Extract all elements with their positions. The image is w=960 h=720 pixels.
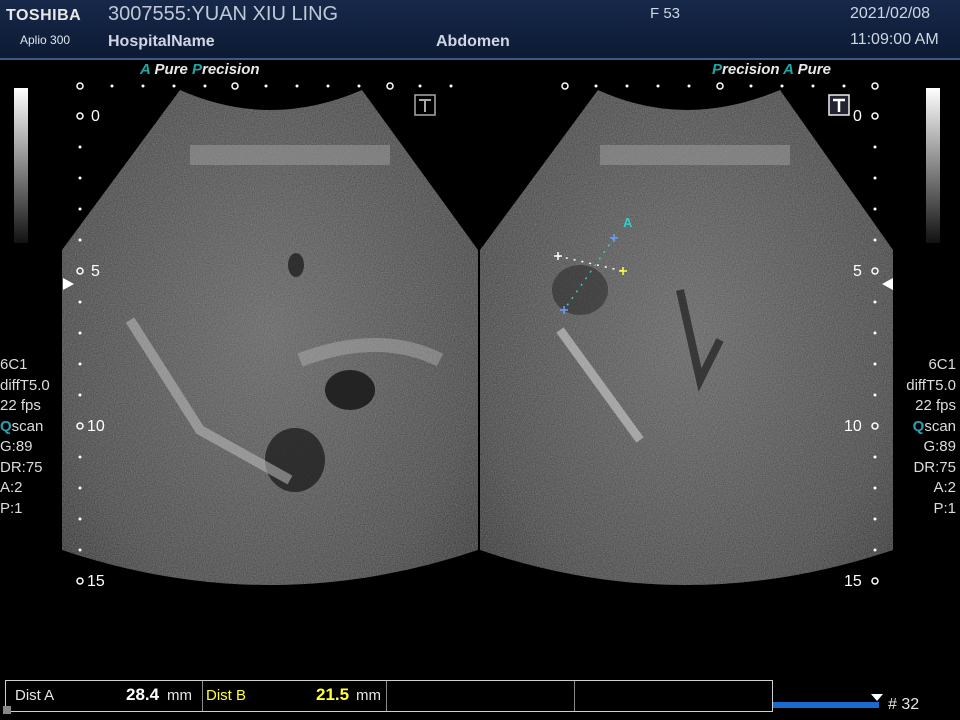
grayscale-bar-right: [926, 88, 940, 243]
dist-a-unit: mm: [167, 687, 192, 704]
patient-sex-age: F 53: [650, 5, 681, 22]
measurement-results-bar: Dist A 28.4 mm Dist B 21.5 mm: [5, 680, 773, 712]
depth-label-5-left: 5: [91, 263, 100, 280]
left-image-tag: A Pure Precision: [140, 61, 260, 78]
cine-marker-icon[interactable]: [870, 693, 884, 703]
acoustic-label: A:2: [933, 479, 956, 496]
gain-label: G:89: [923, 438, 956, 455]
depth-label-10-left: 10: [87, 418, 105, 435]
depth-label-0-right: 0: [853, 108, 862, 125]
empty-cell: [387, 681, 575, 711]
acoustic-label: A:2: [0, 479, 23, 496]
dist-b-value: 21.5: [316, 685, 350, 704]
caliper-a-label: A: [623, 215, 633, 230]
power-label: P:1: [0, 499, 23, 517]
exam-time: 11:09:00 AM: [850, 31, 939, 48]
t-icon-left[interactable]: [414, 94, 436, 116]
depth-label-10-right: 10: [844, 418, 862, 435]
left-settings-panel: 6C1 diffT5.0 22 fps Qscan G:89 DR:75 A:2…: [0, 355, 50, 519]
exam-type: Abdomen: [436, 33, 510, 50]
t-icon-right[interactable]: [828, 94, 850, 116]
dist-b-cell: Dist B 21.5 mm: [203, 681, 387, 711]
harmonic-label: diffT5.0: [906, 376, 956, 394]
frame-counter: # 32: [888, 696, 920, 713]
right-ultrasound-image: [480, 90, 893, 585]
probe-label: 6C1: [0, 356, 28, 373]
qscan-label: Qscan: [912, 417, 956, 435]
right-settings-panel: 6C1 diffT5.0 22 fps Qscan G:89 DR:75 A:2…: [906, 355, 956, 519]
device-model: Aplio 300: [20, 33, 71, 47]
dist-b-unit: mm: [356, 687, 381, 704]
left-ultrasound-image: [62, 90, 478, 585]
depth-label-0-left: 0: [91, 108, 100, 125]
harmonic-label: diffT5.0: [0, 376, 50, 394]
dist-a-value: 28.4: [126, 685, 160, 704]
exam-date: 2021/02/08: [850, 5, 931, 22]
ultrasound-viewport[interactable]: [0, 60, 960, 675]
frame-rate-label: 22 fps: [915, 397, 956, 414]
dist-b-label: Dist B: [206, 687, 247, 704]
qscan-label: Qscan: [0, 417, 44, 435]
grayscale-bar-left: [14, 88, 28, 243]
patient-id: 3007555:YUAN XIU LING: [108, 3, 339, 25]
depth-label-15-right: 15: [844, 573, 862, 590]
brand-logo: TOSHIBA: [6, 7, 82, 24]
header-bar: TOSHIBA Aplio 300 3007555:YUAN XIU LING …: [0, 0, 960, 60]
frame-rate-label: 22 fps: [0, 397, 41, 414]
dynamic-range-label: DR:75: [0, 458, 43, 476]
probe-label: 6C1: [928, 356, 956, 373]
dist-a-cell: Dist A 28.4 mm: [6, 681, 203, 711]
right-image-tag: Precision A Pure: [712, 61, 831, 78]
power-label: P:1: [933, 499, 956, 517]
dynamic-range-label: DR:75: [913, 458, 956, 476]
status-square: [3, 706, 11, 714]
dist-a-label: Dist A: [15, 687, 55, 704]
cine-progress-bar[interactable]: [773, 702, 879, 708]
depth-label-5-right: 5: [853, 263, 862, 280]
depth-label-15-left: 15: [87, 573, 105, 590]
hospital-name: HospitalName: [108, 33, 215, 50]
gain-label: G:89: [0, 438, 33, 455]
